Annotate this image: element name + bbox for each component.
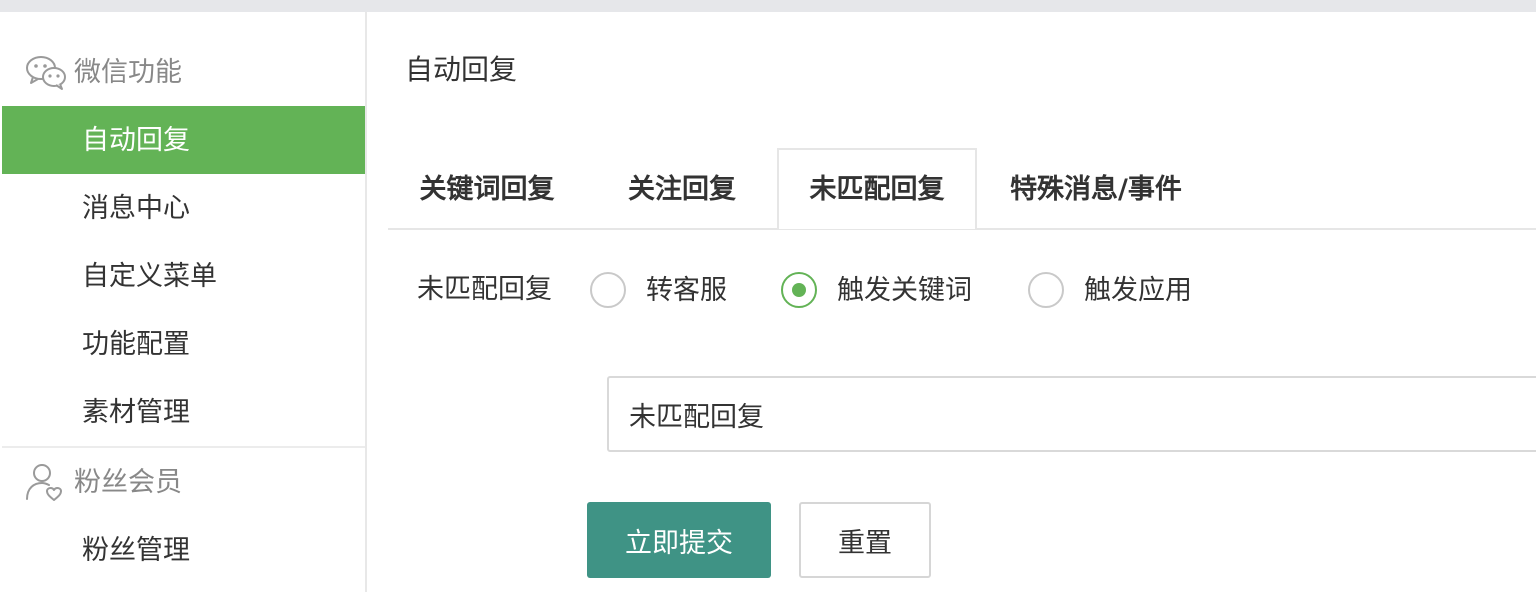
page-title: 自动回复 [405, 53, 518, 86]
tab-unmatched-reply[interactable]: 未匹配回复 [777, 148, 977, 229]
sidebar-item-material-management[interactable]: 素材管理 [2, 378, 365, 446]
reset-button[interactable]: 重置 [799, 502, 931, 578]
sidebar-item-label: 粉丝管理 [82, 534, 190, 566]
sidebar-item-custom-menu[interactable]: 自定义菜单 [2, 242, 365, 310]
keyword-input[interactable] [607, 376, 1536, 452]
sidebar-group-label: 粉丝会员 [74, 466, 182, 498]
top-bar [0, 0, 1536, 12]
tab-special-message-event[interactable]: 特殊消息/事件 [988, 150, 1204, 228]
sidebar-item-label: 消息中心 [82, 192, 190, 224]
radio-circle-checked[interactable] [781, 272, 817, 308]
radio-trigger-app[interactable]: 触发应用 [1028, 270, 1192, 310]
sidebar-group-wechat: 微信功能 [2, 38, 365, 106]
sidebar-item-auto-reply[interactable]: 自动回复 [2, 106, 365, 174]
sidebar-border [365, 12, 367, 592]
sidebar-item-label: 功能配置 [82, 328, 190, 360]
radio-circle[interactable] [590, 272, 626, 308]
submit-button[interactable]: 立即提交 [587, 502, 771, 578]
radio-transfer-customer-service[interactable]: 转客服 [590, 270, 727, 310]
sidebar-item-message-center[interactable]: 消息中心 [2, 174, 365, 242]
sidebar-item-label: 自定义菜单 [82, 260, 217, 292]
sidebar-group-fans: 粉丝会员 [2, 448, 365, 516]
tab-follow-reply[interactable]: 关注回复 [600, 150, 764, 228]
sidebar: 微信功能 自动回复 消息中心 自定义菜单 功能配置 素材管理 粉丝会员 粉丝管理 [2, 12, 365, 592]
sidebar-item-label: 自动回复 [82, 124, 190, 156]
sidebar-item-function-config[interactable]: 功能配置 [2, 310, 365, 378]
radio-label: 转客服 [646, 274, 727, 306]
radio-circle[interactable] [1028, 272, 1064, 308]
wechat-icon [24, 52, 68, 92]
sidebar-group-label: 微信功能 [74, 56, 182, 88]
form-label-unmatched-reply: 未匹配回复 [417, 274, 552, 305]
tab-keyword-reply[interactable]: 关键词回复 [398, 150, 576, 228]
radio-label: 触发应用 [1084, 274, 1192, 306]
sidebar-item-fan-management[interactable]: 粉丝管理 [2, 516, 365, 584]
sidebar-item-label: 素材管理 [82, 396, 190, 428]
radio-trigger-keyword[interactable]: 触发关键词 [781, 270, 972, 310]
radio-label: 触发关键词 [837, 274, 972, 306]
fan-user-icon [24, 462, 68, 502]
